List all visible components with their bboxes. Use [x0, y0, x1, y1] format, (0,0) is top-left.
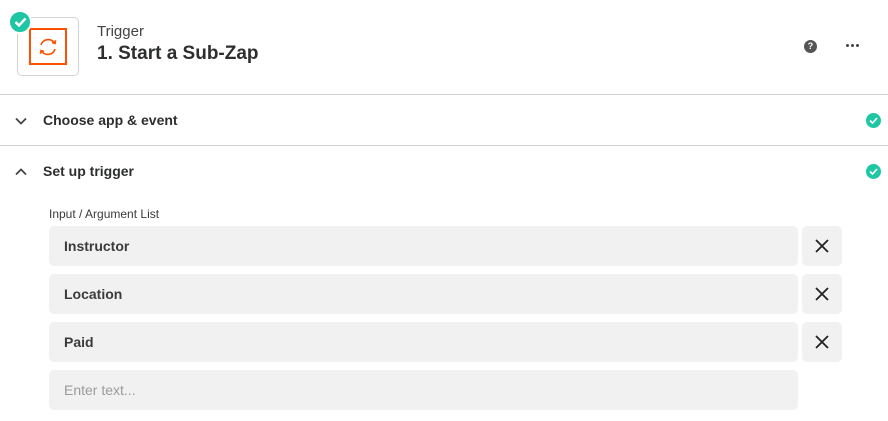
new-argument-input[interactable]: Enter text...: [49, 370, 798, 410]
chevron-up-icon: [14, 165, 28, 179]
list-item: Paid: [49, 322, 842, 362]
close-icon: [815, 239, 829, 253]
section-label: Set up trigger: [43, 163, 135, 179]
argument-list-label: Input / Argument List: [49, 207, 160, 221]
refresh-cycle-icon: [29, 28, 67, 65]
chevron-down-icon: [14, 114, 28, 128]
remove-item-button[interactable]: [802, 274, 842, 314]
argument-input[interactable]: Paid: [49, 322, 798, 362]
remove-item-button[interactable]: [802, 226, 842, 266]
close-icon: [815, 287, 829, 301]
close-icon: [815, 335, 829, 349]
section-label: Choose app & event: [43, 112, 178, 128]
help-icon[interactable]: ?: [804, 40, 817, 53]
argument-input[interactable]: Location: [49, 274, 798, 314]
new-item-row: Enter text...: [49, 370, 842, 410]
section-complete-check-icon: [866, 164, 881, 179]
step-title: 1. Start a Sub-Zap: [97, 43, 259, 64]
section-set-up-trigger[interactable]: Set up trigger: [0, 146, 888, 197]
list-item: Location: [49, 274, 842, 314]
remove-item-button[interactable]: [802, 322, 842, 362]
section-complete-check-icon: [866, 113, 881, 128]
step-kind: Trigger: [97, 23, 144, 40]
argument-input[interactable]: Instructor: [49, 226, 798, 266]
step-header: Trigger 1. Start a Sub-Zap ?: [0, 0, 888, 95]
step-complete-check-icon: [8, 10, 32, 34]
section-choose-app-event[interactable]: Choose app & event: [0, 95, 888, 146]
list-item: Instructor: [49, 226, 842, 266]
more-options-icon[interactable]: [844, 38, 860, 52]
